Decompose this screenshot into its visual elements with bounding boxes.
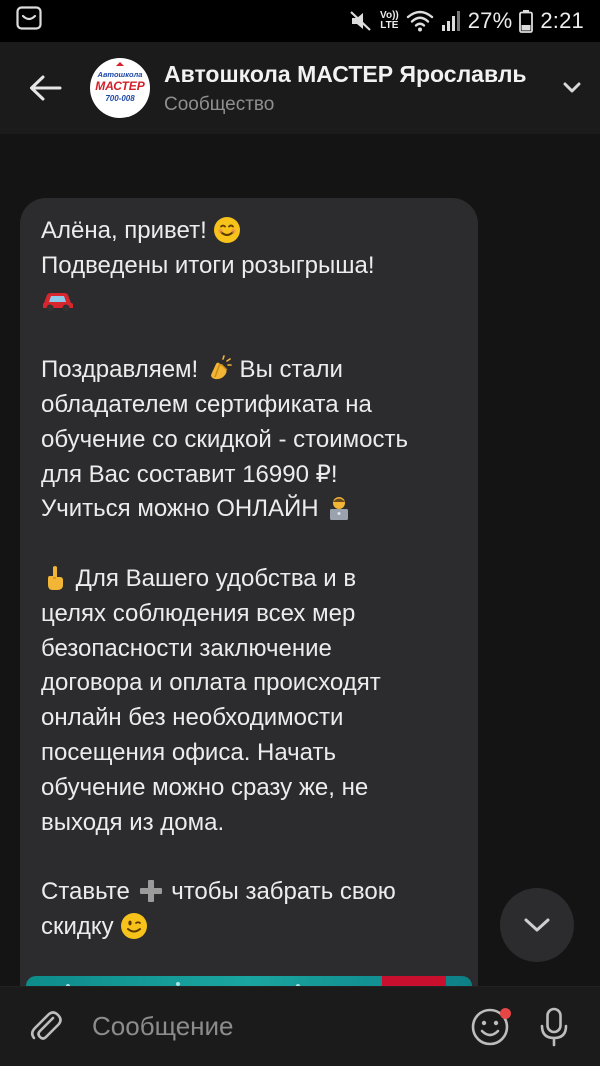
clapping-hands-emoji-icon <box>210 355 232 380</box>
attach-button[interactable] <box>0 987 92 1066</box>
chevron-down-icon <box>563 82 581 93</box>
header-menu-button[interactable] <box>550 82 594 94</box>
gift-ribbon-decoration <box>382 976 446 986</box>
technologist-emoji-icon <box>330 497 349 521</box>
winking-face-emoji-icon <box>121 912 148 939</box>
paperclip-icon <box>30 1010 62 1040</box>
message-composer <box>0 986 600 1066</box>
back-button[interactable] <box>0 42 90 134</box>
svg-text:700-008: 700-008 <box>105 94 135 103</box>
message-input[interactable] <box>92 996 462 1057</box>
message-text: Алёна, привет! Подведены итоги розыгрыша… <box>41 217 408 940</box>
clock: 2:21 <box>540 8 584 33</box>
wifi-icon <box>406 10 434 32</box>
red-car-emoji-icon <box>43 292 73 312</box>
header-title-block[interactable]: Автошкола МАСТЕР Ярославль Сообщество <box>164 61 550 116</box>
svg-text:МАСТЕР: МАСТЕР <box>95 79 146 93</box>
page-title: Автошкола МАСТЕР Ярославль <box>164 60 527 87</box>
chevron-down-icon <box>524 918 550 932</box>
autoschool-logo-icon: Автошкола МАСТЕР 700-008 <box>95 62 146 103</box>
status-bar: Vo)) LTE 27% 2:21 <box>0 0 600 42</box>
svg-text:Автошкола: Автошкола <box>97 70 143 79</box>
emoji-button[interactable] <box>462 987 518 1066</box>
page-subtitle: Сообщество <box>164 93 275 115</box>
voice-message-button[interactable] <box>518 987 590 1066</box>
notification-dot <box>500 1007 511 1019</box>
back-arrow-icon <box>30 75 62 101</box>
chat-header: Автошкола МАСТЕР 700-008 Автошкола МАСТЕ… <box>0 42 600 134</box>
gallery-icon <box>16 6 42 36</box>
battery-icon <box>519 9 534 33</box>
smiling-face-emoji-icon <box>214 217 241 243</box>
signal-icon <box>441 10 461 32</box>
pointing-up-emoji-icon <box>48 565 63 590</box>
image-attachment[interactable] <box>26 976 472 986</box>
plus-emoji-icon <box>139 880 162 903</box>
microphone-icon <box>540 1007 568 1046</box>
mute-icon <box>349 9 373 33</box>
battery-percent: 27% <box>467 8 513 33</box>
scroll-down-button[interactable] <box>500 888 574 962</box>
avatar[interactable]: Автошкола МАСТЕР 700-008 <box>90 58 150 118</box>
message-list[interactable]: Алёна, привет! Подведены итоги розыгрыша… <box>0 134 600 986</box>
volte-badge: Vo)) LTE <box>380 10 399 31</box>
screen: Vo)) LTE 27% 2:21 Автошкола МАСТЕР 700-0… <box>0 0 600 1066</box>
message-bubble[interactable]: Алёна, привет! Подведены итоги розыгрыша… <box>20 198 478 986</box>
